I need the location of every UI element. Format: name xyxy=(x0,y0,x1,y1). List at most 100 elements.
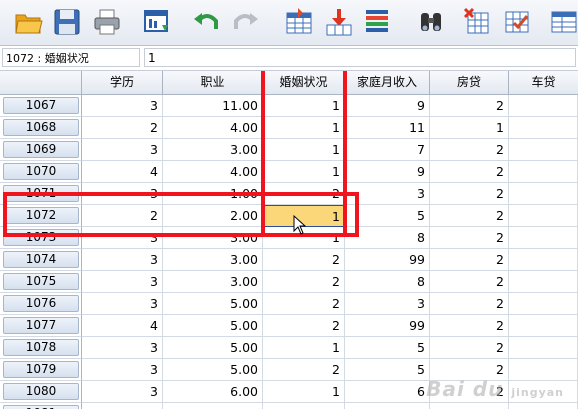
cell-family-income[interactable]: 3 xyxy=(345,293,430,315)
cell-occupation[interactable]: 1.00 xyxy=(163,183,263,205)
cell-car-loan[interactable] xyxy=(509,183,578,205)
row-header[interactable]: 1075 xyxy=(0,271,82,293)
cell-family-income[interactable]: 9 xyxy=(345,95,430,117)
cell-mortgage[interactable]: 2 xyxy=(430,271,509,293)
save-icon[interactable] xyxy=(50,5,84,39)
cell-marital-status[interactable]: 1 xyxy=(263,381,345,403)
cell-car-loan[interactable] xyxy=(509,95,578,117)
cell-car-loan[interactable] xyxy=(509,161,578,183)
cell-marital-status[interactable]: 1 xyxy=(263,205,345,227)
column-header-mortgage[interactable]: 房贷 xyxy=(430,71,509,95)
cell-occupation[interactable]: 11.00 xyxy=(163,95,263,117)
cell-family-income[interactable]: 9 xyxy=(345,161,430,183)
column-header-occupation[interactable]: 职业 xyxy=(163,71,263,95)
cell-family-income[interactable]: 7 xyxy=(345,139,430,161)
variables-icon[interactable] xyxy=(360,5,394,39)
cell-occupation[interactable]: 3.00 xyxy=(163,227,263,249)
row-header[interactable]: 1068 xyxy=(0,117,82,139)
row-header[interactable]: 1072 xyxy=(0,205,82,227)
row-header[interactable]: 1079 xyxy=(0,359,82,381)
cell-family-income[interactable]: 8 xyxy=(345,227,430,249)
cell-education[interactable]: 4 xyxy=(82,403,163,409)
cell-occupation[interactable]: 6.00 xyxy=(163,381,263,403)
cell-education[interactable]: 3 xyxy=(82,183,163,205)
cell-family-income[interactable]: 11 xyxy=(345,117,430,139)
cell-occupation[interactable]: 5.00 xyxy=(163,359,263,381)
row-header[interactable]: 1071 xyxy=(0,183,82,205)
column-header-family-income[interactable]: 家庭月收入 xyxy=(345,71,430,95)
cell-value-input[interactable]: 1 xyxy=(144,48,576,67)
cell-education[interactable]: 3 xyxy=(82,271,163,293)
cell-mortgage[interactable]: 2 xyxy=(430,227,509,249)
cell-family-income[interactable]: 8 xyxy=(345,271,430,293)
row-header[interactable]: 1078 xyxy=(0,337,82,359)
cell-car-loan[interactable] xyxy=(509,117,578,139)
cell-education[interactable]: 4 xyxy=(82,161,163,183)
cell-marital-status[interactable]: 1 xyxy=(263,403,345,409)
cell-education[interactable]: 2 xyxy=(82,117,163,139)
cell-mortgage[interactable]: 2 xyxy=(430,95,509,117)
row-header[interactable]: 1077 xyxy=(0,315,82,337)
goto-variable-icon[interactable] xyxy=(322,5,356,39)
cell-family-income[interactable]: 99 xyxy=(345,315,430,337)
row-header[interactable]: 1070 xyxy=(0,161,82,183)
cell-car-loan[interactable] xyxy=(509,227,578,249)
cell-marital-status[interactable]: 2 xyxy=(263,183,345,205)
cell-marital-status[interactable]: 1 xyxy=(263,139,345,161)
cell-marital-status[interactable]: 2 xyxy=(263,271,345,293)
undo-icon[interactable] xyxy=(190,5,224,39)
open-folder-icon[interactable] xyxy=(12,5,46,39)
cell-family-income[interactable]: 3 xyxy=(345,183,430,205)
dialog-recall-icon[interactable] xyxy=(140,5,174,39)
cell-mortgage[interactable]: 1 xyxy=(430,117,509,139)
cell-education[interactable]: 3 xyxy=(82,293,163,315)
cell-marital-status[interactable]: 1 xyxy=(263,117,345,139)
cell-mortgage[interactable]: 2 xyxy=(430,315,509,337)
cell-marital-status[interactable]: 2 xyxy=(263,293,345,315)
row-header[interactable]: 1080 xyxy=(0,381,82,403)
row-header[interactable]: 1073 xyxy=(0,227,82,249)
cell-education[interactable]: 3 xyxy=(82,359,163,381)
cell-occupation[interactable]: 3.00 xyxy=(163,249,263,271)
cell-mortgage[interactable]: 2 xyxy=(430,249,509,271)
cell-mortgage[interactable]: 2 xyxy=(430,161,509,183)
corner-cell[interactable] xyxy=(0,71,82,95)
row-header[interactable]: 1081 xyxy=(0,403,82,409)
column-header-car-loan[interactable]: 车贷 xyxy=(509,71,578,95)
cell-mortgage[interactable]: 2 xyxy=(430,293,509,315)
find-icon[interactable] xyxy=(414,5,448,39)
cell-marital-status[interactable]: 1 xyxy=(263,161,345,183)
cell-marital-status[interactable]: 1 xyxy=(263,95,345,117)
cell-family-income[interactable]: 6 xyxy=(345,381,430,403)
cell-family-income[interactable]: 6 xyxy=(345,403,430,409)
cell-mortgage[interactable]: 2 xyxy=(430,403,509,409)
cell-car-loan[interactable] xyxy=(509,337,578,359)
cell-education[interactable]: 3 xyxy=(82,381,163,403)
cell-education[interactable]: 3 xyxy=(82,227,163,249)
cell-car-loan[interactable] xyxy=(509,249,578,271)
redo-icon[interactable] xyxy=(228,5,262,39)
insert-case-icon[interactable] xyxy=(460,5,494,39)
cell-education[interactable]: 3 xyxy=(82,95,163,117)
cell-occupation[interactable]: 4.00 xyxy=(163,117,263,139)
cell-car-loan[interactable] xyxy=(509,205,578,227)
cell-occupation[interactable]: 2.00 xyxy=(163,205,263,227)
cell-occupation[interactable]: 5.00 xyxy=(163,293,263,315)
cell-family-income[interactable]: 99 xyxy=(345,249,430,271)
cell-mortgage[interactable]: 2 xyxy=(430,337,509,359)
cell-occupation[interactable]: 5.00 xyxy=(163,337,263,359)
cell-marital-status[interactable]: 2 xyxy=(263,315,345,337)
cell-education[interactable]: 3 xyxy=(82,139,163,161)
cell-occupation[interactable]: 6.00 xyxy=(163,403,263,409)
cell-marital-status[interactable]: 1 xyxy=(263,337,345,359)
goto-case-icon[interactable] xyxy=(282,5,316,39)
cell-mortgage[interactable]: 2 xyxy=(430,183,509,205)
cell-car-loan[interactable] xyxy=(509,293,578,315)
row-header[interactable]: 1069 xyxy=(0,139,82,161)
split-file-icon[interactable] xyxy=(546,5,578,39)
column-header-education[interactable]: 学历 xyxy=(82,71,163,95)
cell-car-loan[interactable] xyxy=(509,139,578,161)
row-header[interactable]: 1076 xyxy=(0,293,82,315)
print-icon[interactable] xyxy=(90,5,124,39)
cell-marital-status[interactable]: 1 xyxy=(263,227,345,249)
